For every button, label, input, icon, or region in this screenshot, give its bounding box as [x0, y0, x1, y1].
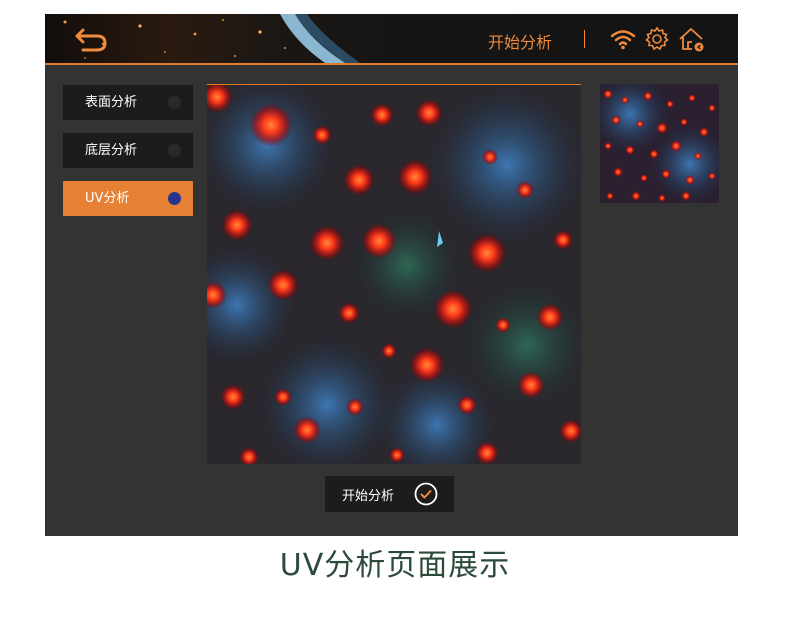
header-divider [584, 30, 585, 48]
page-title: 开始分析 [488, 33, 553, 52]
sidebar-item-label: 表面分析 [85, 95, 138, 110]
sidebar-item-surface-analysis[interactable]: 表面分析 [63, 85, 193, 120]
sidebar-item-label: 底层分析 [85, 143, 138, 158]
back-arrow-icon[interactable] [73, 24, 109, 54]
sidebar-item-label: UV分析 [85, 191, 130, 206]
uv-thumbnail-image[interactable] [600, 84, 719, 203]
device-screen: 开始分析 表面分析 底层分析 UV分析 开始分析 [45, 14, 738, 536]
start-analysis-button[interactable]: 开始分析 [325, 476, 454, 512]
status-dot [168, 96, 181, 109]
top-bar: 开始分析 [45, 14, 738, 65]
gear-icon[interactable] [643, 25, 671, 53]
sidebar-item-base-analysis[interactable]: 底层分析 [63, 133, 193, 168]
uv-skin-image [207, 84, 581, 464]
check-circle-icon [414, 482, 438, 506]
home-icon[interactable] [677, 25, 705, 53]
page-caption: UV分析页面展示 [279, 548, 511, 583]
status-dot [168, 144, 181, 157]
wifi-icon[interactable] [609, 25, 637, 53]
status-dot [168, 192, 181, 205]
start-analysis-label: 开始分析 [342, 489, 395, 504]
sidebar-item-uv-analysis[interactable]: UV分析 [63, 181, 193, 216]
